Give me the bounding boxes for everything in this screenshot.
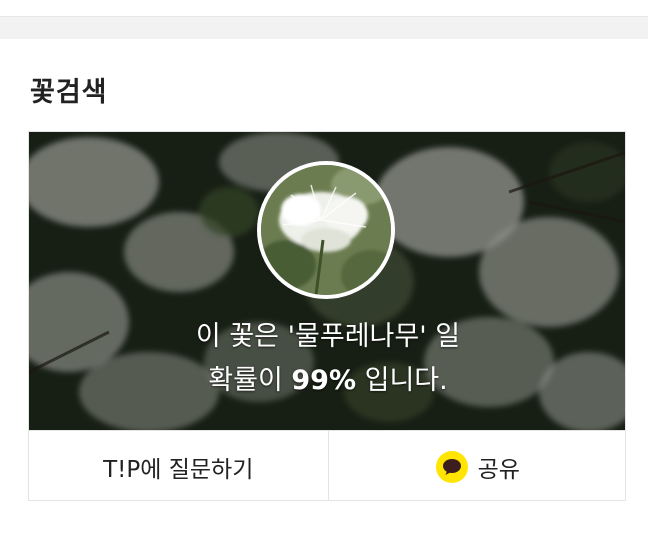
share-button[interactable]: 공유: [327, 431, 626, 500]
result-prefix: 확률이: [208, 365, 292, 396]
kakaotalk-icon: [435, 450, 468, 483]
result-suffix: 입니다.: [356, 365, 448, 396]
ask-tip-label: T!P에 질문하기: [103, 456, 254, 483]
probability-value: 99%: [291, 365, 357, 396]
action-bar: T!P에 질문하기 공유: [29, 430, 626, 500]
section-divider: [0, 16, 648, 39]
result-line-1: 이 꽃은 '물푸레나무' 일: [195, 321, 461, 352]
result-line-2: 확률이 99% 입니다.: [29, 359, 625, 403]
flower-thumbnail: [257, 161, 395, 299]
flower-photo-background: 이 꽃은 '물푸레나무' 일 확률이 99% 입니다.: [29, 132, 625, 430]
section-title: 꽃검색: [30, 77, 108, 108]
identification-result: 이 꽃은 '물푸레나무' 일 확률이 99% 입니다.: [29, 315, 625, 403]
flower-result-card: 이 꽃은 '물푸레나무' 일 확률이 99% 입니다. T!P에 질문하기 공유: [28, 131, 626, 501]
share-label: 공유: [477, 456, 520, 483]
ask-tip-button[interactable]: T!P에 질문하기: [29, 431, 328, 500]
